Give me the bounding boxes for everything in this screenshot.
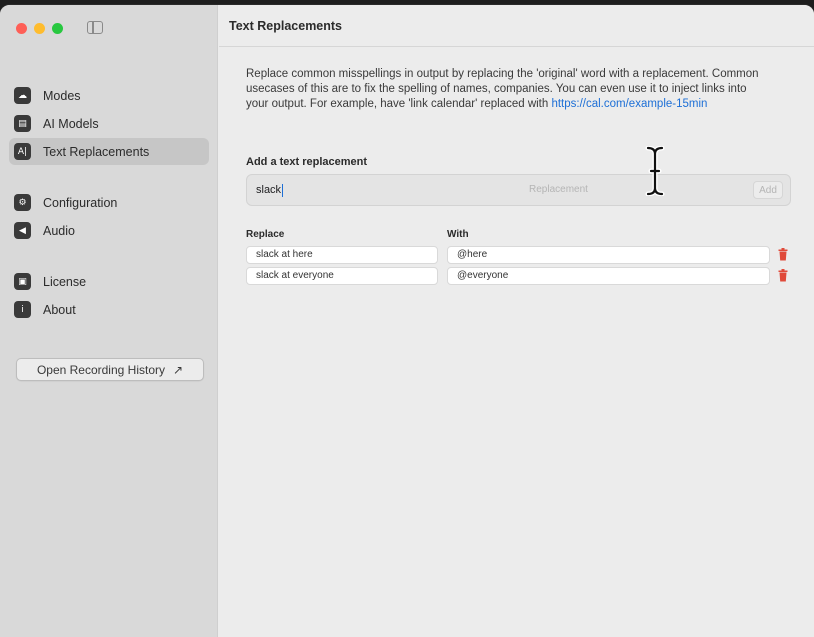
sidebar-item-license[interactable]: ▣ License [9,268,209,295]
window-controls [16,23,63,34]
column-header-with: With [447,229,469,240]
sidebar-item-audio[interactable]: ◀ Audio [9,217,209,244]
description: Replace common misspellings in output by… [246,67,766,112]
replace-cell[interactable]: slack at here [246,246,438,264]
sidebar: ☁ Modes ▤ AI Models A| Text Replacements… [0,5,218,637]
ibeam-cursor-icon [645,146,665,196]
replace-cell[interactable]: slack at everyone [246,267,438,285]
table-row: slack at everyone @everyone [246,267,801,285]
with-cell[interactable]: @here [447,246,770,264]
open-recording-history-button[interactable]: Open Recording History ↗ [16,358,204,381]
sidebar-toggle-icon[interactable] [87,21,103,34]
sidebar-item-label: Modes [43,88,81,103]
original-word-value: slack [256,184,282,196]
example-link[interactable]: https://cal.com/example-15min [551,98,707,110]
sidebar-item-text-replacements[interactable]: A| Text Replacements [9,138,209,165]
minimize-window-button[interactable] [34,23,45,34]
sidebar-item-label: License [43,274,87,289]
modes-icon: ☁ [14,87,31,104]
sidebar-item-label: Text Replacements [43,144,150,159]
original-word-input[interactable]: slack [253,180,493,200]
sidebar-item-configuration[interactable]: ⚙ Configuration [9,189,209,216]
zoom-window-button[interactable] [52,23,63,34]
sidebar-item-about[interactable]: i About [9,296,209,323]
nav-group-info: ▣ License i About [9,268,209,324]
nav-group-settings: ⚙ Configuration ◀ Audio [9,189,209,245]
sidebar-item-ai-models[interactable]: ▤ AI Models [9,110,209,137]
text-replacements-icon: A| [14,143,31,160]
trash-icon[interactable] [778,269,788,282]
page-title: Text Replacements [219,5,814,47]
configuration-icon: ⚙ [14,194,31,211]
add-replacement-label: Add a text replacement [246,156,368,168]
column-header-replace: Replace [246,229,285,240]
app-window: ☁ Modes ▤ AI Models A| Text Replacements… [0,4,814,637]
table-row: slack at here @here [246,246,801,264]
sidebar-item-label: Audio [43,223,75,238]
text-caret [282,183,284,197]
with-cell[interactable]: @everyone [447,267,770,285]
history-button-label: Open Recording History [36,362,165,377]
sidebar-item-label: About [43,302,76,317]
about-icon: i [14,301,31,318]
ai-models-icon: ▤ [14,115,31,132]
main-panel: Text Replacements Replace common misspel… [219,5,814,637]
external-link-icon: ↗ [173,362,184,377]
sidebar-item-modes[interactable]: ☁ Modes [9,82,209,109]
replacement-input[interactable]: Replacement [529,180,588,200]
sidebar-item-label: AI Models [43,116,99,131]
audio-icon: ◀ [14,222,31,239]
sidebar-item-label: Configuration [43,195,118,210]
license-icon: ▣ [14,273,31,290]
close-window-button[interactable] [16,23,27,34]
add-button[interactable]: Add [753,181,783,199]
trash-icon[interactable] [778,248,788,261]
add-replacement-form: slack Replacement Add [246,174,791,206]
nav-group-main: ☁ Modes ▤ AI Models A| Text Replacements [9,82,209,166]
